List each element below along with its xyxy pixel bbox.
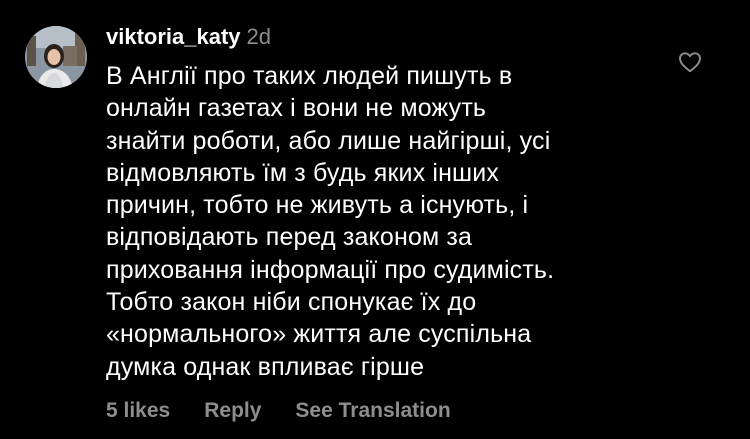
avatar[interactable] xyxy=(25,26,87,88)
comment-actions: 5 likes Reply See Translation xyxy=(106,398,451,424)
comment-text: В Англії про таких людей пишуть в онлайн… xyxy=(106,62,555,381)
likes-count[interactable]: 5 likes xyxy=(106,399,170,423)
timestamp: 2d xyxy=(246,24,272,49)
heart-outline-icon[interactable] xyxy=(678,51,702,73)
username[interactable]: viktoria_katy xyxy=(106,24,241,50)
comment-header: viktoria_katy 2d xyxy=(106,24,271,54)
comment: viktoria_katy 2d В Англії про таких люде… xyxy=(0,0,750,439)
see-translation-button[interactable]: See Translation xyxy=(295,399,450,423)
avatar-photo xyxy=(25,26,87,88)
reply-button[interactable]: Reply xyxy=(204,399,261,423)
